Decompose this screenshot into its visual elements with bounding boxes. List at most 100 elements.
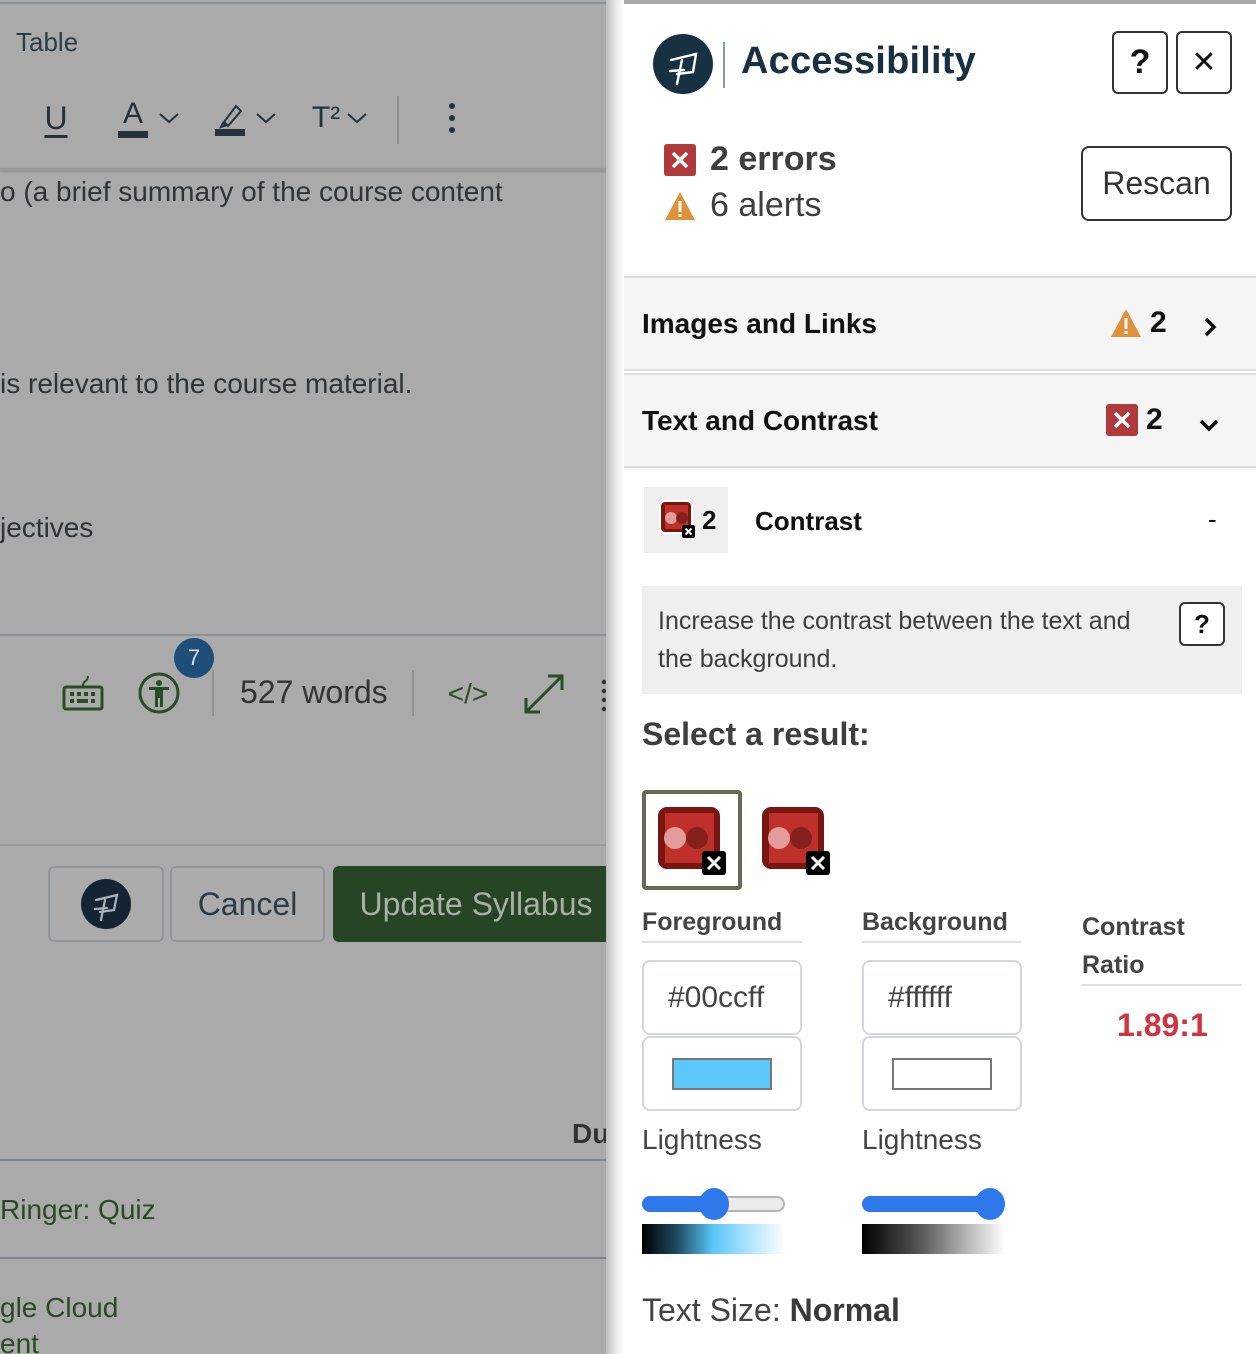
rule-description: Increase the contrast between the text a… xyxy=(658,607,1131,673)
assignment-link-continued[interactable]: ent xyxy=(0,1328,39,1354)
rule-help-button[interactable]: ? xyxy=(1179,602,1225,646)
warning-icon xyxy=(1110,308,1142,338)
accessibility-panel-button[interactable] xyxy=(48,866,164,942)
accessibility-checker-button[interactable] xyxy=(136,670,182,716)
category-label: Text and Contrast xyxy=(642,405,878,436)
highlight-color-button[interactable] xyxy=(208,90,284,146)
body-text-line[interactable]: jectives xyxy=(0,512,93,544)
error-icon xyxy=(1106,404,1138,436)
alert-summary: 6 alerts xyxy=(664,186,822,225)
rescan-button[interactable]: Rescan xyxy=(1081,146,1232,221)
rule-issue-count: 2 xyxy=(702,504,717,535)
html-editor-toggle[interactable]: </> xyxy=(440,674,496,714)
background-header: Background xyxy=(862,908,1021,943)
superscript-button[interactable]: T² xyxy=(304,90,376,146)
background-hex-input[interactable]: #ffffff xyxy=(862,960,1022,1035)
category-label: Images and Links xyxy=(642,308,877,339)
underline-button[interactable]: U xyxy=(36,90,76,146)
top-border xyxy=(0,2,620,4)
background-lightness-label: Lightness xyxy=(862,1124,982,1155)
error-summary: 2 errors xyxy=(664,140,837,179)
slider-thumb[interactable] xyxy=(698,1188,729,1220)
close-icon: ✕ xyxy=(1191,46,1217,79)
table-divider xyxy=(0,1257,620,1259)
result-item-1[interactable] xyxy=(642,790,742,890)
contrast-issue-icon xyxy=(762,807,830,875)
highlighter-icon xyxy=(215,101,245,136)
background-lightness-gradient xyxy=(862,1224,1005,1254)
toolbar-divider xyxy=(397,96,399,144)
footer-divider xyxy=(0,844,620,846)
error-count: 2 errors xyxy=(710,140,837,178)
toolbar-divider-line xyxy=(0,168,620,171)
rule-description-box: Increase the contrast between the text a… xyxy=(642,586,1242,694)
contrast-ratio-header: Contrast Ratio xyxy=(1082,908,1242,986)
foreground-lightness-slider[interactable] xyxy=(642,1188,785,1220)
contrast-ratio-value: 1.89:1 xyxy=(1117,1007,1208,1043)
brand-logo-icon xyxy=(81,879,131,929)
body-text-line[interactable]: is relevant to the course material. xyxy=(0,368,412,400)
error-icon xyxy=(664,143,696,176)
alert-count: 6 alerts xyxy=(710,186,822,224)
fullscreen-button[interactable] xyxy=(520,670,568,718)
chevron-down-icon xyxy=(1199,419,1219,432)
slider-thumb[interactable] xyxy=(975,1188,1005,1220)
foreground-color-picker[interactable] xyxy=(642,1036,802,1111)
assignment-link[interactable]: gle Cloud xyxy=(0,1292,118,1324)
word-count: 527 words xyxy=(240,674,388,710)
foreground-swatch xyxy=(672,1057,772,1090)
contrast-issue-icon xyxy=(659,500,695,538)
table-divider xyxy=(0,1159,620,1161)
code-icon: </> xyxy=(447,678,489,709)
statusbar-divider xyxy=(412,670,414,716)
close-button[interactable]: ✕ xyxy=(1176,31,1232,94)
chevron-down-icon xyxy=(159,113,179,124)
help-button[interactable]: ? xyxy=(1112,31,1168,94)
foreground-lightness-gradient xyxy=(642,1224,785,1254)
category-text-and-contrast[interactable]: Text and Contrast 2 xyxy=(624,373,1256,468)
assignment-link[interactable]: Ringer: Quiz xyxy=(0,1194,156,1226)
text-color-button[interactable]: A xyxy=(112,90,186,146)
kebab-menu-icon xyxy=(449,103,455,133)
cancel-button[interactable]: Cancel xyxy=(170,866,325,942)
warning-icon xyxy=(664,191,696,221)
editor-toolbar: U A T² xyxy=(0,90,620,150)
contrast-issue-icon xyxy=(658,807,726,875)
syllabus-editor-background: Table U A T² o (a brief summary of the c… xyxy=(0,0,625,1354)
result-item-2[interactable] xyxy=(746,790,846,890)
body-text-line[interactable]: o (a brief summary of the course content xyxy=(0,176,503,208)
statusbar-border xyxy=(0,634,620,636)
expand-icon xyxy=(524,674,564,714)
issue-count-badge: 7 xyxy=(174,638,214,678)
question-icon: ? xyxy=(1129,43,1151,81)
select-result-label: Select a result: xyxy=(642,716,870,752)
category-images-and-links[interactable]: Images and Links 2 xyxy=(624,276,1256,371)
underline-icon: U xyxy=(44,99,68,136)
question-icon: ? xyxy=(1194,608,1210,639)
category-count: 2 xyxy=(1106,403,1163,437)
accessibility-icon xyxy=(138,672,180,714)
chevron-down-icon xyxy=(347,113,367,124)
chevron-down-icon xyxy=(256,113,276,124)
brand-logo-icon xyxy=(653,34,713,94)
panel-title: Accessibility xyxy=(741,40,976,82)
title-divider xyxy=(723,42,725,88)
foreground-hex-input[interactable]: #00ccff xyxy=(642,960,802,1035)
rule-contrast[interactable]: 2 Contrast - xyxy=(624,470,1256,570)
menu-table[interactable]: Table xyxy=(16,27,78,58)
panel-body: Accessibility ? ✕ 2 errors 6 alerts Resc… xyxy=(622,4,1256,1354)
more-options-button[interactable] xyxy=(436,90,468,146)
superscript-icon: T² xyxy=(311,101,341,134)
collapse-toggle[interactable]: - xyxy=(1208,504,1217,535)
foreground-header: Foreground xyxy=(642,908,802,943)
keyboard-shortcuts-button[interactable] xyxy=(60,672,106,714)
text-color-icon: A xyxy=(118,98,148,138)
text-size-indicator: Text Size: Normal xyxy=(642,1292,900,1329)
text-size-value: Normal xyxy=(789,1292,900,1328)
background-lightness-slider[interactable] xyxy=(862,1188,1005,1220)
update-syllabus-button[interactable]: Update Syllabus xyxy=(333,866,619,942)
text-size-label: Text Size: xyxy=(642,1292,781,1328)
category-count: 2 xyxy=(1110,306,1167,340)
keyboard-icon xyxy=(62,675,104,711)
background-color-picker[interactable] xyxy=(862,1036,1022,1111)
